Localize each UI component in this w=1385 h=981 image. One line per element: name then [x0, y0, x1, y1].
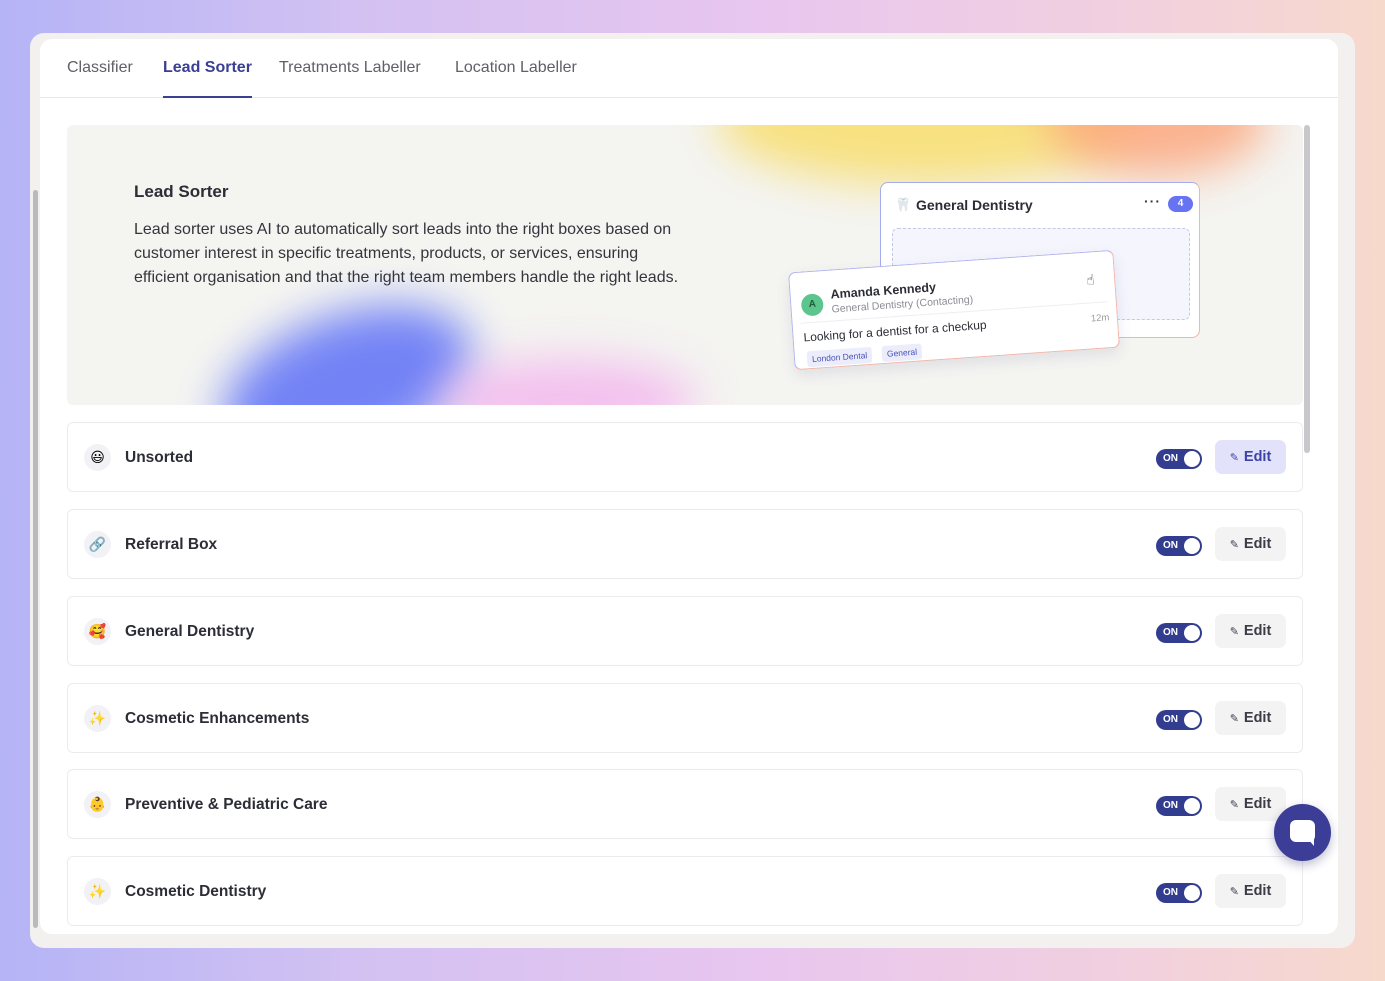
pencil-icon: ✎ — [1229, 451, 1239, 464]
box-label: Unsorted — [125, 449, 194, 466]
toggle-knob — [1184, 451, 1200, 467]
edit-button[interactable]: ✎ Edit — [1215, 527, 1286, 561]
link-icon: 🔗 — [84, 531, 111, 558]
edit-button[interactable]: ✎ Edit — [1215, 440, 1286, 474]
more-options-icon: ··· — [1144, 193, 1161, 209]
lead-count-badge: 4 — [1168, 196, 1193, 212]
toggle-state: ON — [1163, 800, 1178, 811]
box-row-general-dentistry: 🥰 General Dentistry ON ✎ Edit — [67, 596, 1303, 666]
toggle-state: ON — [1163, 627, 1178, 638]
box-label: Preventive & Pediatric Care — [125, 796, 328, 813]
tooth-icon: 🦷 — [895, 197, 912, 212]
pencil-icon: ✎ — [1229, 885, 1239, 898]
lead-time: 12m — [1090, 312, 1110, 325]
outer-scrollbar[interactable] — [33, 190, 38, 928]
toggle-knob — [1184, 538, 1200, 554]
box-toggle[interactable]: ON — [1156, 449, 1202, 469]
box-toggle[interactable]: ON — [1156, 710, 1202, 730]
box-label: Referral Box — [125, 536, 218, 553]
decorative-blob — [1047, 125, 1267, 175]
pencil-icon: ✎ — [1229, 712, 1239, 725]
content-scrollbar[interactable] — [1304, 125, 1310, 453]
banner-description: Lead sorter uses AI to automatically sor… — [134, 221, 679, 286]
pencil-icon: ✎ — [1229, 625, 1239, 638]
edit-label: Edit — [1243, 710, 1272, 726]
lead-tag: London Dental — [806, 346, 873, 368]
lead-tag: General — [881, 343, 923, 363]
box-toggle[interactable]: ON — [1156, 796, 1202, 816]
edit-label: Edit — [1243, 883, 1272, 899]
grinning-face-icon: 😃 — [84, 444, 111, 471]
chat-button[interactable] — [1274, 804, 1331, 861]
tab-classifier[interactable]: Classifier — [67, 59, 133, 98]
box-toggle[interactable]: ON — [1156, 883, 1202, 903]
edit-button[interactable]: ✎ Edit — [1215, 701, 1286, 735]
box-row-preventive-pediatric-care: 👶 Preventive & Pediatric Care ON ✎ Edit — [67, 769, 1303, 839]
toggle-state: ON — [1163, 540, 1178, 551]
tab-bar: Classifier Lead Sorter Treatments Labell… — [40, 39, 1338, 98]
sparkles-icon: ✨ — [84, 705, 111, 732]
main-window: Classifier Lead Sorter Treatments Labell… — [40, 39, 1338, 934]
box-row-cosmetic-dentistry: ✨ Cosmetic Dentistry ON ✎ Edit — [67, 856, 1303, 926]
tab-treatments-labeller[interactable]: Treatments Labeller — [279, 59, 421, 98]
toggle-knob — [1184, 625, 1200, 641]
hand-cursor-icon: ☝ — [1085, 271, 1096, 288]
edit-label: Edit — [1243, 623, 1272, 639]
toggle-knob — [1184, 885, 1200, 901]
smiling-hearts-face-icon: 🥰 — [84, 618, 111, 645]
toggle-state: ON — [1163, 714, 1178, 725]
box-toggle[interactable]: ON — [1156, 536, 1202, 556]
pencil-icon: ✎ — [1229, 798, 1239, 811]
edit-label: Edit — [1243, 449, 1272, 465]
sparkles-icon: ✨ — [84, 878, 111, 905]
box-label: Cosmetic Enhancements — [125, 710, 310, 727]
preview-box-title: General Dentistry — [916, 197, 1033, 213]
baby-icon: 👶 — [84, 791, 111, 818]
banner-title: Lead Sorter — [134, 182, 229, 201]
decorative-blob — [437, 360, 697, 405]
chat-bubble-tail — [1307, 838, 1314, 846]
edit-button[interactable]: ✎ Edit — [1215, 874, 1286, 908]
box-row-cosmetic-enhancements: ✨ Cosmetic Enhancements ON ✎ Edit — [67, 683, 1303, 753]
box-row-referral-box: 🔗 Referral Box ON ✎ Edit — [67, 509, 1303, 579]
edit-button[interactable]: ✎ Edit — [1215, 787, 1286, 821]
box-label: Cosmetic Dentistry — [125, 883, 267, 900]
box-label: General Dentistry — [125, 623, 255, 640]
box-row-unsorted: 😃 Unsorted ON ✎ Edit — [67, 422, 1303, 492]
tab-lead-sorter[interactable]: Lead Sorter — [163, 59, 252, 98]
toggle-knob — [1184, 798, 1200, 814]
tab-location-labeller[interactable]: Location Labeller — [455, 59, 577, 98]
edit-label: Edit — [1243, 536, 1272, 552]
edit-button[interactable]: ✎ Edit — [1215, 614, 1286, 648]
edit-label: Edit — [1243, 796, 1272, 812]
lead-message: Looking for a dentist for a checkup — [803, 317, 988, 345]
preview-lead-card: A Amanda Kennedy General Dentistry (Cont… — [787, 249, 1121, 371]
avatar: A — [800, 293, 825, 317]
toggle-knob — [1184, 712, 1200, 728]
pencil-icon: ✎ — [1229, 538, 1239, 551]
lead-sorter-banner: Lead Sorter Lead sorter uses AI to autom… — [67, 125, 1303, 405]
toggle-state: ON — [1163, 887, 1178, 898]
box-toggle[interactable]: ON — [1156, 623, 1202, 643]
toggle-state: ON — [1163, 453, 1178, 464]
